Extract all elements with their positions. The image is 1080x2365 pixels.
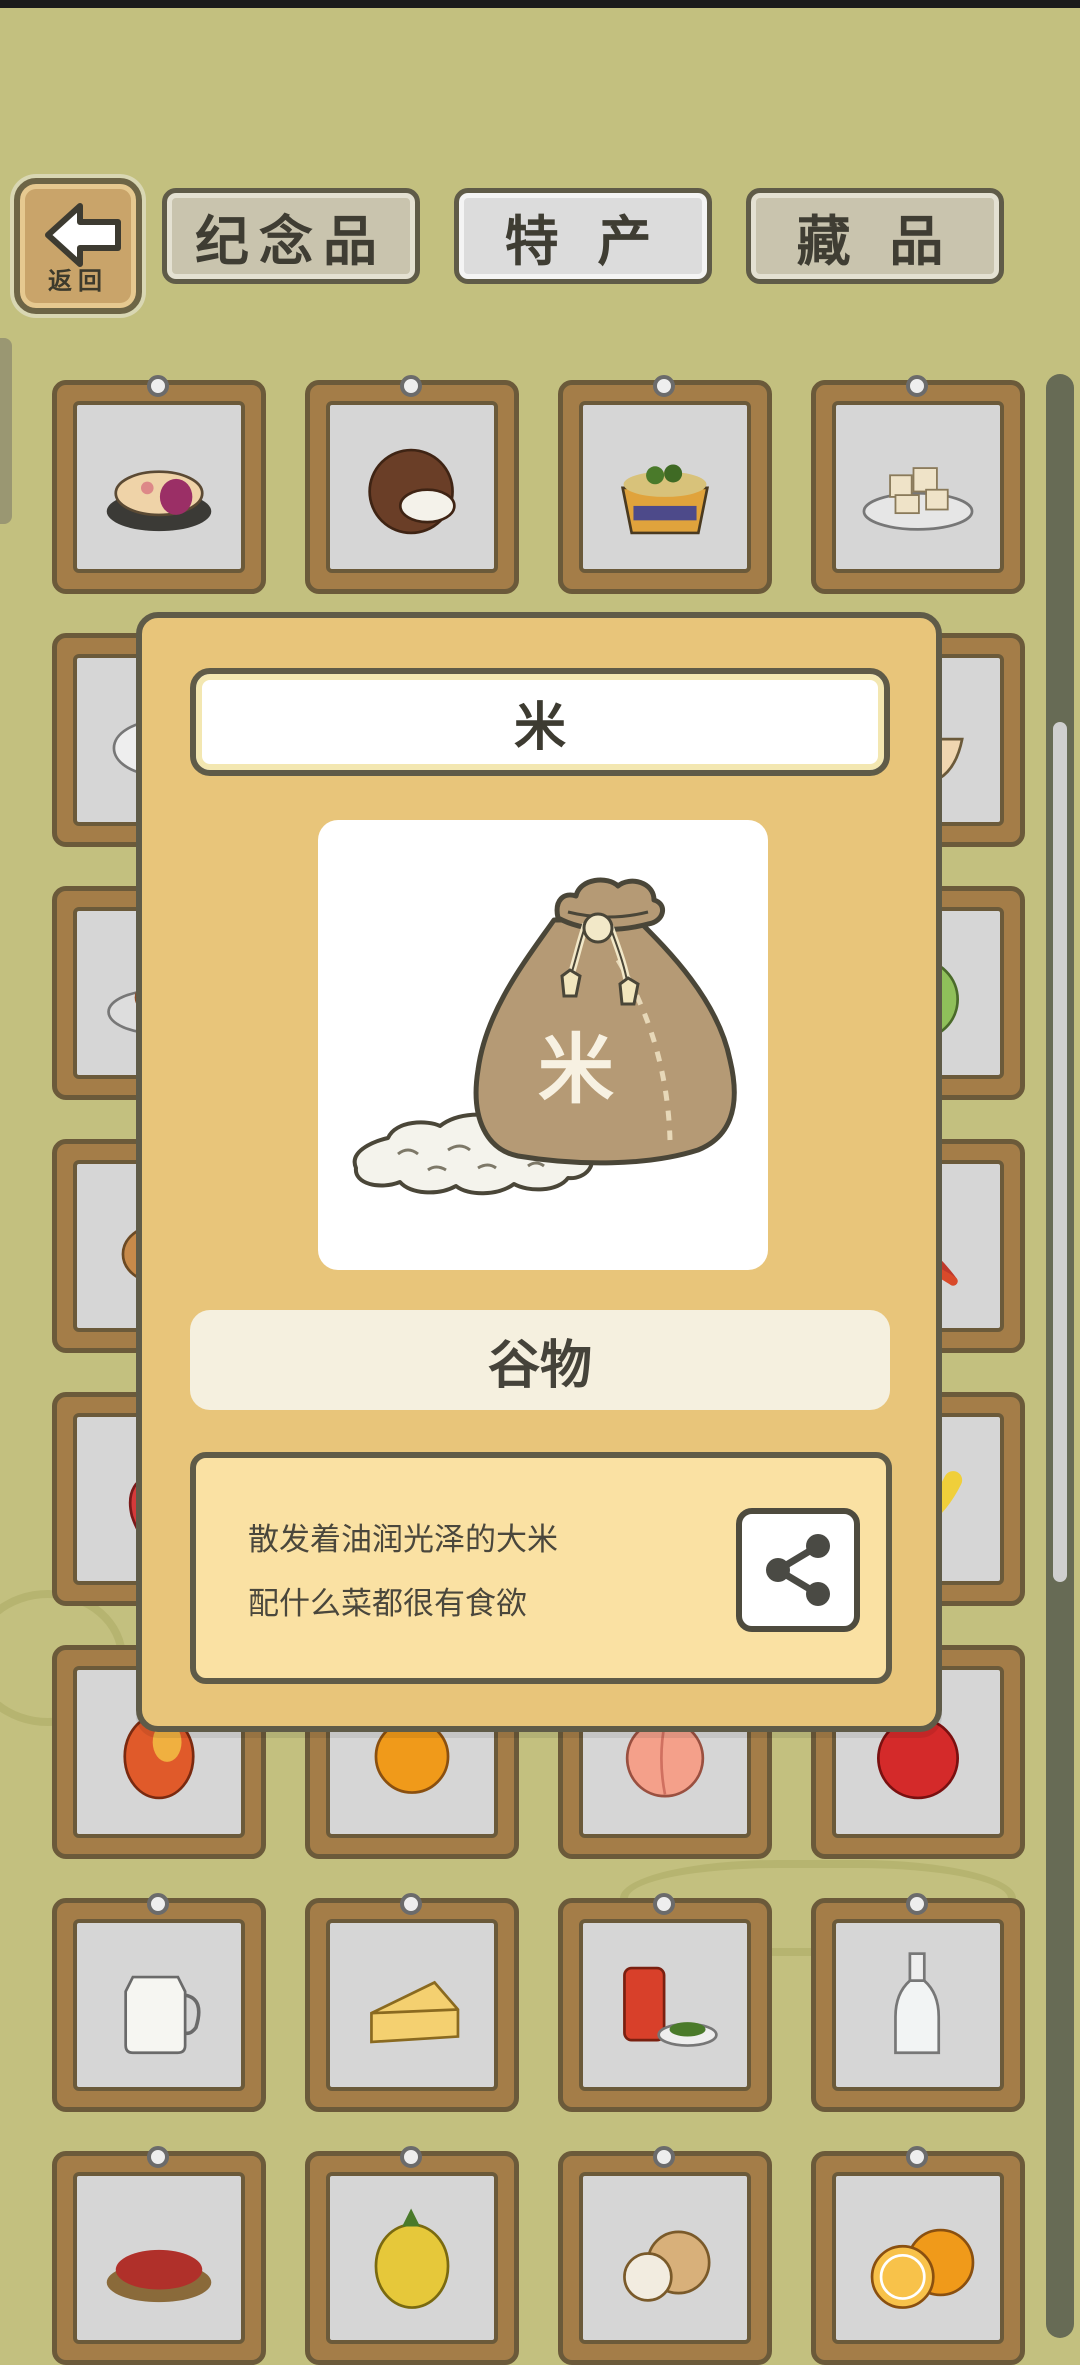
- glass-bottle-icon: [894, 1952, 941, 2055]
- hook-icon: [653, 2146, 675, 2168]
- hook-icon: [653, 375, 675, 397]
- bag-label: 米: [538, 1025, 614, 1114]
- rice-bag-icon: 米: [352, 877, 737, 1196]
- cheese-icon: [370, 1980, 460, 2044]
- milk-jug-icon: [124, 1975, 201, 2055]
- status-bar: [0, 0, 1080, 8]
- grid-item-orange-halves[interactable]: [811, 2146, 1025, 2365]
- share-icon: [766, 1534, 830, 1606]
- back-button[interactable]: 返回: [14, 178, 142, 314]
- item-description-box: 散发着油润光泽的大米 配什么菜都很有食欲: [190, 1452, 892, 1684]
- hook-icon: [906, 1893, 928, 1915]
- item-image: 米: [318, 820, 768, 1270]
- tab-specialties[interactable]: 特 产: [454, 188, 712, 284]
- grid-item-goji-berries[interactable]: [52, 2146, 266, 2365]
- item-frame: [326, 2172, 498, 2344]
- hook-icon: [653, 1893, 675, 1915]
- back-arrow-icon: [45, 203, 121, 267]
- scrollbar-thumb[interactable]: [1053, 722, 1067, 1582]
- hook-icon: [400, 375, 422, 397]
- grid-item-noodle-bowl[interactable]: [558, 375, 772, 594]
- hook-icon: [147, 1893, 169, 1915]
- item-frame: [73, 401, 245, 573]
- tab-souvenirs[interactable]: 纪念品: [162, 188, 420, 284]
- item-category: 谷物: [190, 1310, 890, 1410]
- hook-icon: [906, 375, 928, 397]
- item-frame: [326, 401, 498, 573]
- coconut-icon: [368, 448, 456, 535]
- item-frame: [832, 1919, 1004, 2091]
- side-handle[interactable]: [0, 338, 12, 524]
- grid-item-tea-can[interactable]: [558, 1893, 772, 2112]
- horned-melon-icon: [374, 2208, 450, 2309]
- hook-icon: [147, 2146, 169, 2168]
- grid-item-mooncake[interactable]: [52, 375, 266, 594]
- grid-item-coconut[interactable]: [305, 375, 519, 594]
- share-button[interactable]: [736, 1508, 860, 1632]
- hook-icon: [400, 2146, 422, 2168]
- item-title: 米: [190, 668, 890, 776]
- grid-item-cheese[interactable]: [305, 1893, 519, 2112]
- tea-can-icon: [623, 1966, 718, 2047]
- item-frame: [326, 1919, 498, 2091]
- goji-berries-icon: [106, 2249, 212, 2303]
- longan-icon: [623, 2230, 711, 2302]
- item-frame: [579, 2172, 751, 2344]
- item-frame: [832, 401, 1004, 573]
- item-frame: [73, 1919, 245, 2091]
- orange-halves-icon: [870, 2228, 975, 2309]
- hook-icon: [147, 375, 169, 397]
- mooncake-icon: [106, 470, 212, 532]
- tofu-plate-icon: [862, 467, 974, 531]
- hook-icon: [906, 2146, 928, 2168]
- grid-item-glass-bottle[interactable]: [811, 1893, 1025, 2112]
- grid-item-tofu-plate[interactable]: [811, 375, 1025, 594]
- description-line-2: 配什么菜都很有食欲: [248, 1586, 527, 1622]
- item-frame: [832, 2172, 1004, 2344]
- item-frame: [73, 2172, 245, 2344]
- grid-item-milk-jug[interactable]: [52, 1893, 266, 2112]
- grid-item-horned-melon[interactable]: [305, 2146, 519, 2365]
- tab-collectibles[interactable]: 藏 品: [746, 188, 1004, 284]
- grid-item-longan[interactable]: [558, 2146, 772, 2365]
- item-detail-modal: 米 米 谷物 散发着油润光泽的大米 配什么菜都很有食欲: [136, 612, 942, 1732]
- hook-icon: [400, 1893, 422, 1915]
- description-line-1: 散发着油润光泽的大米: [248, 1522, 558, 1558]
- noodle-bowl-icon: [620, 464, 710, 535]
- item-frame: [579, 401, 751, 573]
- back-label: 返回: [48, 267, 108, 295]
- item-frame: [579, 1919, 751, 2091]
